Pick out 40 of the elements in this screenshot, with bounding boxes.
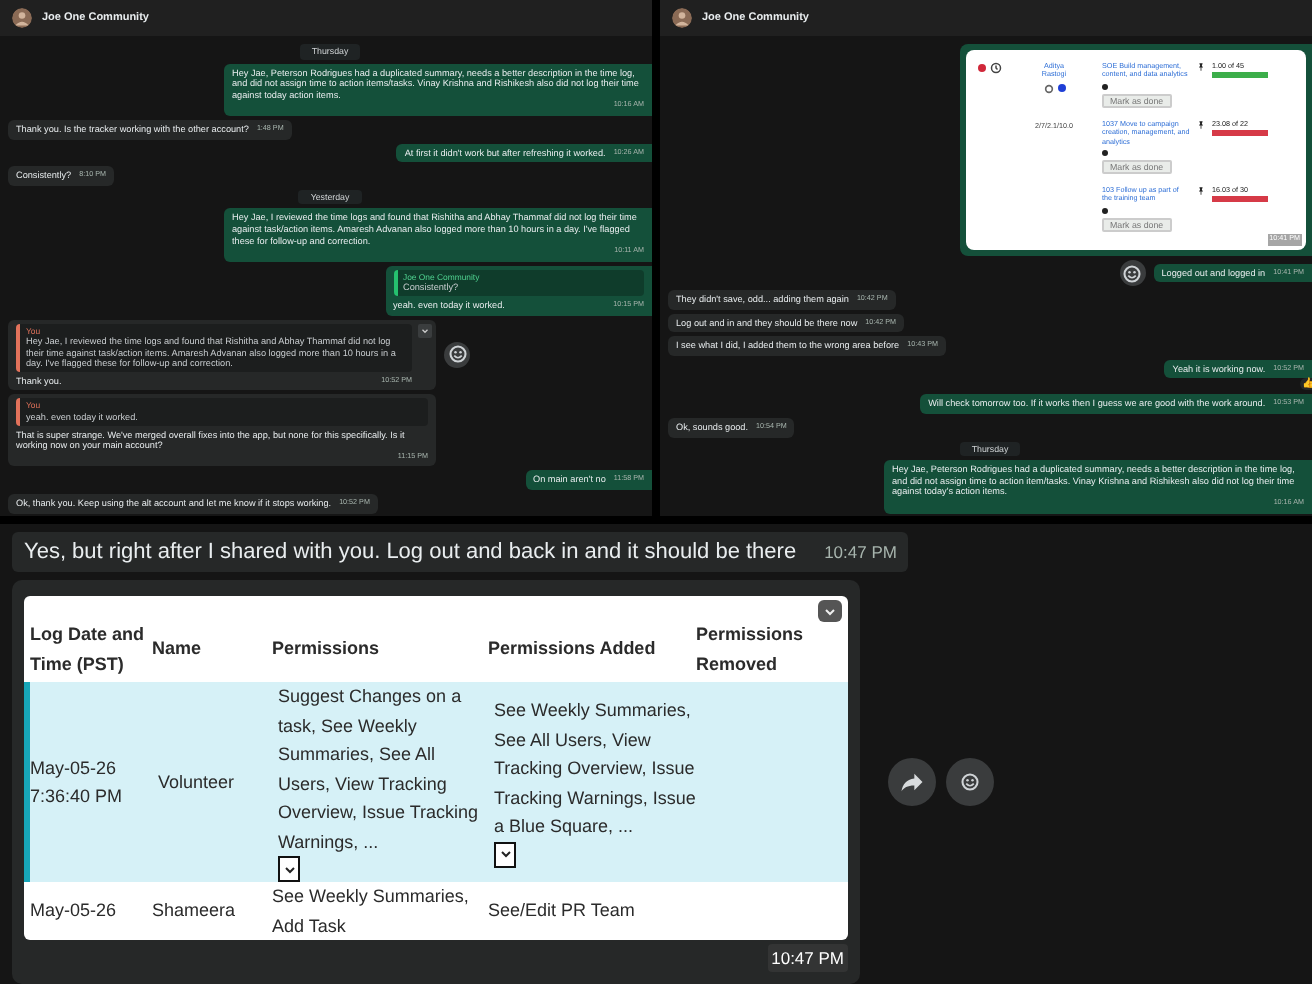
avatar-icon bbox=[12, 8, 32, 28]
table-cell-text: May-05-26 7:36:40 PM bbox=[30, 755, 125, 810]
table-cell-text: See Weekly Summaries, Add Task bbox=[272, 884, 471, 939]
table-cell-text: Suggest Changes on a task, See Weekly Summaries, See All Users, View Tracking Overview, Issue Tracking Warnings, ... bbox=[278, 684, 481, 856]
expand-button[interactable] bbox=[494, 841, 516, 868]
react-button[interactable] bbox=[946, 758, 994, 806]
clock-icon[interactable] bbox=[990, 62, 1002, 74]
dot-icon bbox=[1102, 207, 1108, 214]
column-header: Permissions Added bbox=[486, 636, 658, 663]
table-cell-text: See/Edit PR Team bbox=[488, 898, 635, 925]
table-row[interactable] bbox=[24, 682, 848, 882]
chevron-icon[interactable] bbox=[281, 861, 297, 877]
chevron-icon[interactable] bbox=[497, 846, 513, 863]
table-cell-text: May-05-26 bbox=[30, 898, 117, 925]
image-message[interactable] bbox=[12, 580, 860, 984]
pin-icon[interactable] bbox=[1196, 186, 1206, 197]
image-message[interactable] bbox=[960, 44, 1312, 256]
column-header: Log Date and Time (PST) bbox=[28, 622, 146, 678]
table-cell-text: Shameera bbox=[152, 898, 236, 925]
message-time: 10:47 PM bbox=[824, 540, 897, 566]
column-header: Name bbox=[150, 636, 204, 663]
forward-icon[interactable] bbox=[898, 768, 926, 796]
pin-icon[interactable] bbox=[1196, 119, 1206, 130]
avatar-icon bbox=[672, 8, 692, 28]
column-header: Permissions Removed bbox=[694, 622, 806, 677]
table-row[interactable]: May-05-26 Shameera See Weekly Summaries, Add Task See/Edit PR Team bbox=[24, 882, 848, 940]
message-text: Yes, but right after I shared with you. Log out and back in and it should be there bbox=[24, 538, 797, 566]
message-time: 10:47 PM bbox=[767, 944, 848, 972]
dot-icon bbox=[1102, 150, 1108, 157]
table-cell-text: Volunteer bbox=[158, 769, 235, 796]
column-header: Permissions bbox=[270, 636, 382, 663]
forward-button[interactable] bbox=[888, 758, 936, 806]
table-cell-text: See Weekly Summaries, See All Users, View Tracking Overview, Issue Tracking Warnings, Issue a Blue Square, ... bbox=[494, 698, 696, 841]
dot-icon bbox=[1102, 83, 1108, 90]
quoted-message[interactable] bbox=[16, 323, 412, 372]
status-dot-icon bbox=[978, 64, 986, 72]
pin-icon[interactable] bbox=[1196, 62, 1206, 72]
user-badge-icon bbox=[1057, 84, 1065, 93]
expand-button[interactable] bbox=[278, 856, 300, 882]
emoji-icon[interactable] bbox=[960, 772, 980, 792]
